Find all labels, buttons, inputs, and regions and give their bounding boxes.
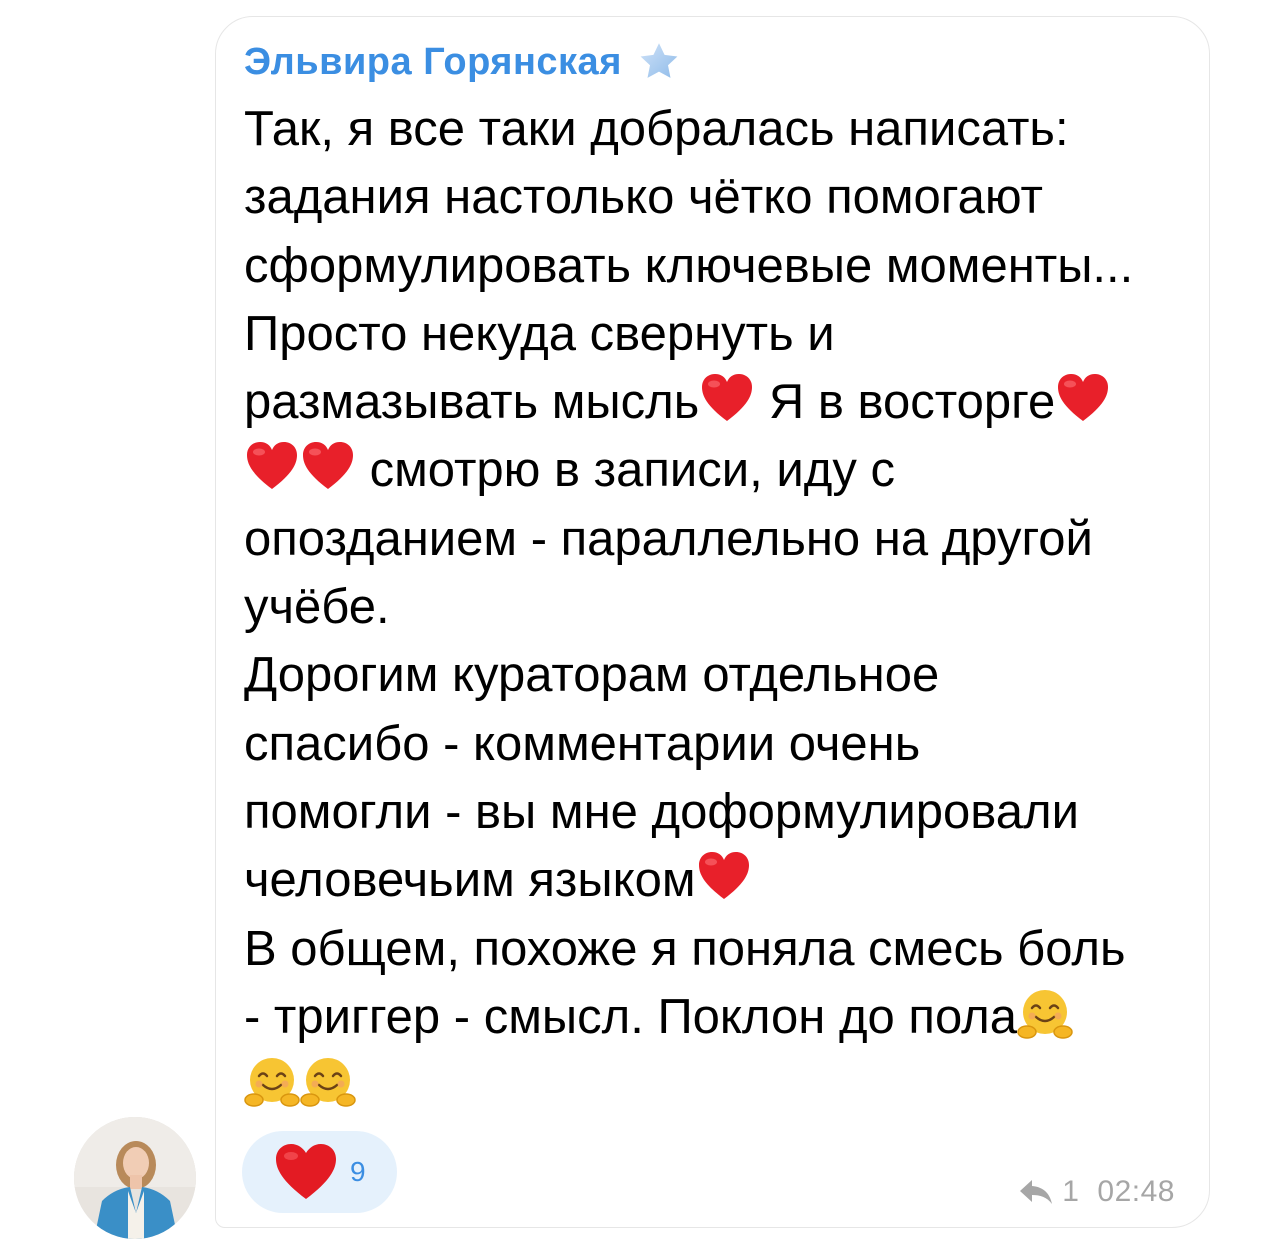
message-text-fragment: человечьим языком: [244, 853, 696, 908]
message-line: Так, я все таки добралась написать:: [244, 95, 1194, 163]
hugging-face-emoji-icon: [244, 1054, 300, 1110]
message-text-fragment: - триггер - смысл. Поклон до пола: [244, 989, 1017, 1044]
star-icon: [636, 39, 682, 85]
message-text-fragment: Я в восторге: [755, 375, 1056, 430]
message-line: размазывать мысль Я в восторге: [244, 368, 1194, 436]
reply-count[interactable]: 1: [1062, 1175, 1079, 1209]
message-bubble[interactable]: Эльвира Горянская Так, я все таки добрал…: [215, 16, 1210, 1228]
message-text-fragment: Просто некуда свернуть и: [244, 306, 835, 361]
message-text-fragment: спасибо - комментарии очень: [244, 716, 921, 771]
message-line: человечьим языком: [244, 846, 1194, 914]
message-text-fragment: опозданием - параллельно на другой: [244, 511, 1093, 566]
message-line: учёбе.: [244, 573, 1194, 641]
message-meta: 1 02:48: [1018, 1175, 1175, 1209]
heart-emoji-icon: [699, 371, 755, 427]
reaction-heart-button[interactable]: 9: [242, 1131, 397, 1213]
message-line: задания настолько чётко помогают: [244, 163, 1194, 231]
message-line: помогли - вы мне доформулировали: [244, 778, 1194, 846]
heart-emoji-icon: [696, 849, 752, 905]
message-text-fragment: помогли - вы мне доформулировали: [244, 784, 1079, 839]
hugging-face-emoji-icon: [300, 1054, 356, 1110]
message-text-fragment: размазывать мысль: [244, 375, 700, 430]
message-text-fragment: смотрю в записи, иду с: [356, 443, 895, 498]
sender-name-text: Эльвира Горянская: [244, 40, 622, 83]
message-text-fragment: задания настолько чётко помогают: [244, 170, 1043, 225]
message-text-fragment: сформулировать ключевые моменты...: [244, 238, 1134, 293]
message-time: 02:48: [1097, 1175, 1175, 1208]
message-line: сформулировать ключевые моменты...: [244, 232, 1194, 300]
heart-emoji-icon: [1055, 371, 1111, 427]
message-line: Просто некуда свернуть и: [244, 300, 1194, 368]
heart-icon: [276, 1144, 336, 1199]
message-text-fragment: Дорогим кураторам отдельное: [244, 648, 940, 703]
avatar[interactable]: [74, 1117, 196, 1239]
message-text-fragment: Так, я все таки добралась написать:: [244, 102, 1069, 156]
message-text-fragment: В общем, похоже я поняла смесь боль: [244, 921, 1126, 976]
message-line: В общем, похоже я поняла смесь боль: [244, 915, 1194, 983]
message-text: Так, я все таки добралась написать: задан…: [244, 95, 1194, 1119]
reply-arrow-icon[interactable]: [1018, 1178, 1054, 1206]
chat-page: Эльвира Горянская Так, я все таки добрал…: [0, 0, 1286, 1243]
reaction-count: 9: [350, 1156, 366, 1187]
hugging-face-emoji-icon: [1017, 986, 1073, 1042]
message-line: - триггер - смысл. Поклон до пола: [244, 983, 1194, 1051]
message-line: [244, 1051, 1194, 1119]
sender-name[interactable]: Эльвира Горянская: [244, 39, 682, 85]
message-line: опозданием - параллельно на другой: [244, 505, 1194, 573]
message-line: смотрю в записи, иду с: [244, 436, 1194, 504]
message-line: спасибо - комментарии очень: [244, 710, 1194, 778]
message-text-fragment: учёбе.: [244, 580, 390, 635]
heart-emoji-icon: [300, 439, 356, 495]
heart-emoji-icon: [244, 439, 300, 495]
message-line: Дорогим кураторам отдельное: [244, 641, 1194, 709]
